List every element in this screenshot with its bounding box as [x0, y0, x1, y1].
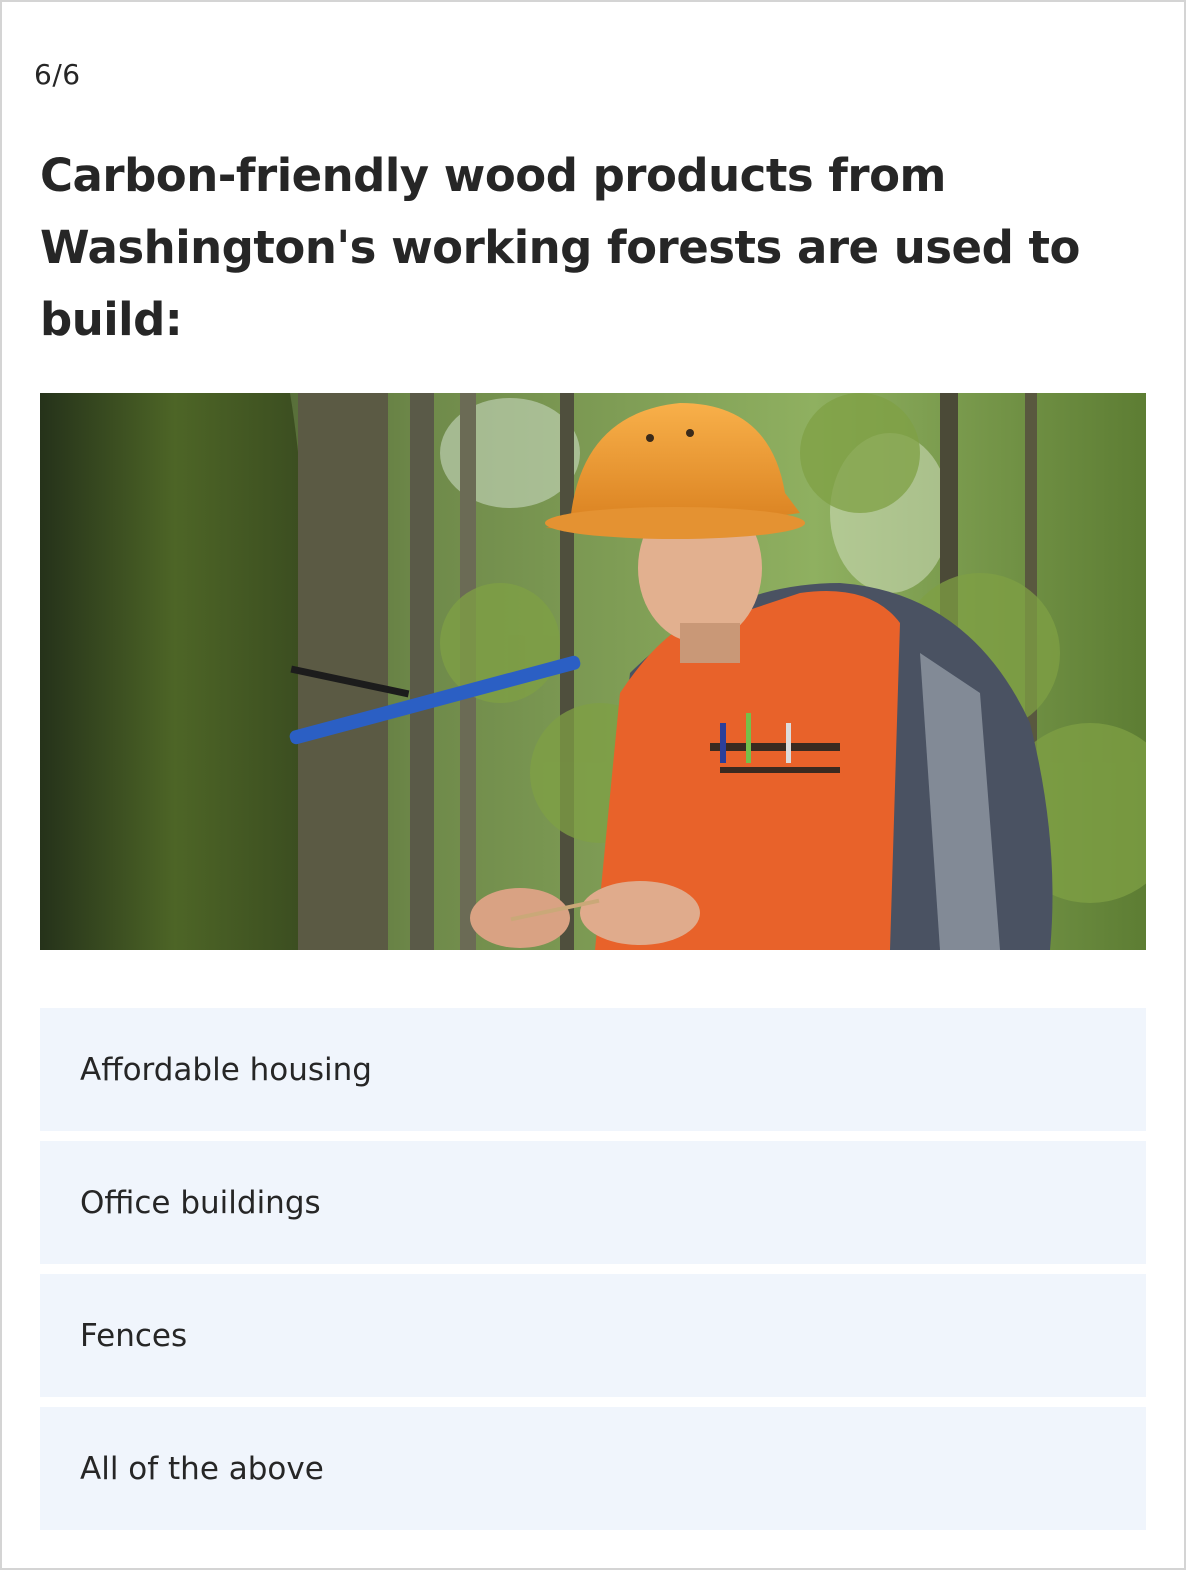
option-label: Office buildings [80, 1184, 321, 1221]
option-label: Fences [80, 1317, 188, 1354]
question-counter: 6/6 [34, 58, 81, 91]
option-label: All of the above [80, 1450, 324, 1487]
question-photo [40, 393, 1146, 950]
option-office-buildings[interactable]: Office buildings [40, 1141, 1146, 1264]
quiz-card: 6/6 Carbon-friendly wood products from W… [0, 0, 1186, 1570]
option-affordable-housing[interactable]: Affordable housing [40, 1008, 1146, 1131]
answer-options: Affordable housing Office buildings Fenc… [40, 1008, 1146, 1540]
option-all-of-the-above[interactable]: All of the above [40, 1407, 1146, 1530]
option-fences[interactable]: Fences [40, 1274, 1146, 1397]
question-text: Carbon-friendly wood products from Washi… [40, 149, 1080, 346]
option-label: Affordable housing [80, 1051, 372, 1088]
forester-photo-illustration [40, 393, 1146, 950]
